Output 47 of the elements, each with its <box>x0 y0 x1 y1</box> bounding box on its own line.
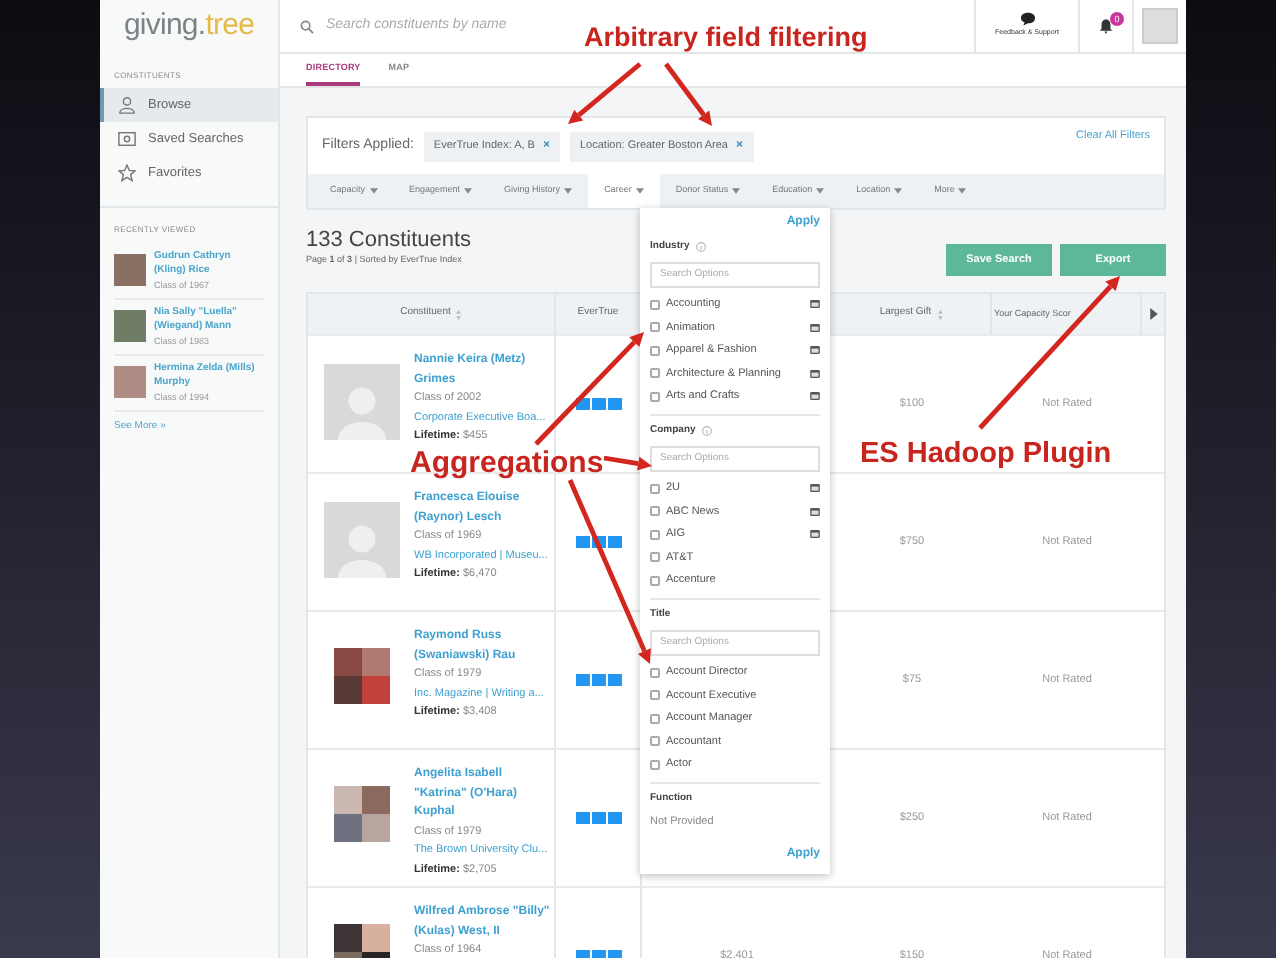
checkbox[interactable] <box>650 368 660 379</box>
checkbox[interactable] <box>650 345 660 356</box>
logo: giving.tree <box>121 6 257 47</box>
photo-placeholder <box>334 786 390 842</box>
checkbox[interactable] <box>650 483 660 494</box>
caret-icon <box>894 188 903 194</box>
results-count: 133 Constituents <box>306 228 472 254</box>
checkbox[interactable] <box>650 736 660 747</box>
caret-icon <box>816 188 825 194</box>
checkbox[interactable] <box>650 667 660 678</box>
speech-bubble-icon <box>1019 12 1035 27</box>
photo-placeholder <box>114 310 146 342</box>
caret-icon <box>369 188 378 194</box>
photo-placeholder <box>334 648 390 704</box>
annotation-arrow <box>568 62 642 124</box>
photo-placeholder <box>114 366 146 398</box>
star-icon <box>118 164 136 182</box>
search-icon <box>300 19 314 33</box>
caret-icon <box>732 188 741 194</box>
person-icon <box>118 96 136 114</box>
annotation-label: Aggregations <box>410 448 604 478</box>
checkbox[interactable] <box>650 322 660 333</box>
checkbox[interactable] <box>650 391 660 402</box>
checkbox[interactable] <box>650 529 660 540</box>
annotation-arrow <box>664 62 712 126</box>
caret-icon <box>958 188 967 194</box>
score-blocks-icon <box>575 536 621 548</box>
checkbox[interactable] <box>650 713 660 724</box>
checkbox[interactable] <box>650 299 660 310</box>
checkbox[interactable] <box>650 506 660 517</box>
annotation-arrow <box>603 455 652 471</box>
avatar[interactable] <box>1142 8 1178 44</box>
checkbox[interactable] <box>650 575 660 586</box>
annotation-label: Arbitrary field filtering <box>584 24 868 51</box>
photo-placeholder <box>114 254 146 286</box>
score-blocks-icon <box>575 812 621 824</box>
score-blocks-icon <box>575 674 621 686</box>
caret-icon <box>564 188 573 194</box>
annotation-label: ES Hadoop Plugin <box>860 440 1112 469</box>
bell-icon <box>1098 18 1114 34</box>
checkbox[interactable] <box>650 690 660 701</box>
caret-icon <box>635 188 644 194</box>
checkbox[interactable] <box>650 552 660 563</box>
score-blocks-icon <box>575 398 621 410</box>
caret-icon <box>464 188 473 194</box>
checkbox[interactable] <box>650 759 660 770</box>
scroll-right-icon <box>1150 308 1158 320</box>
